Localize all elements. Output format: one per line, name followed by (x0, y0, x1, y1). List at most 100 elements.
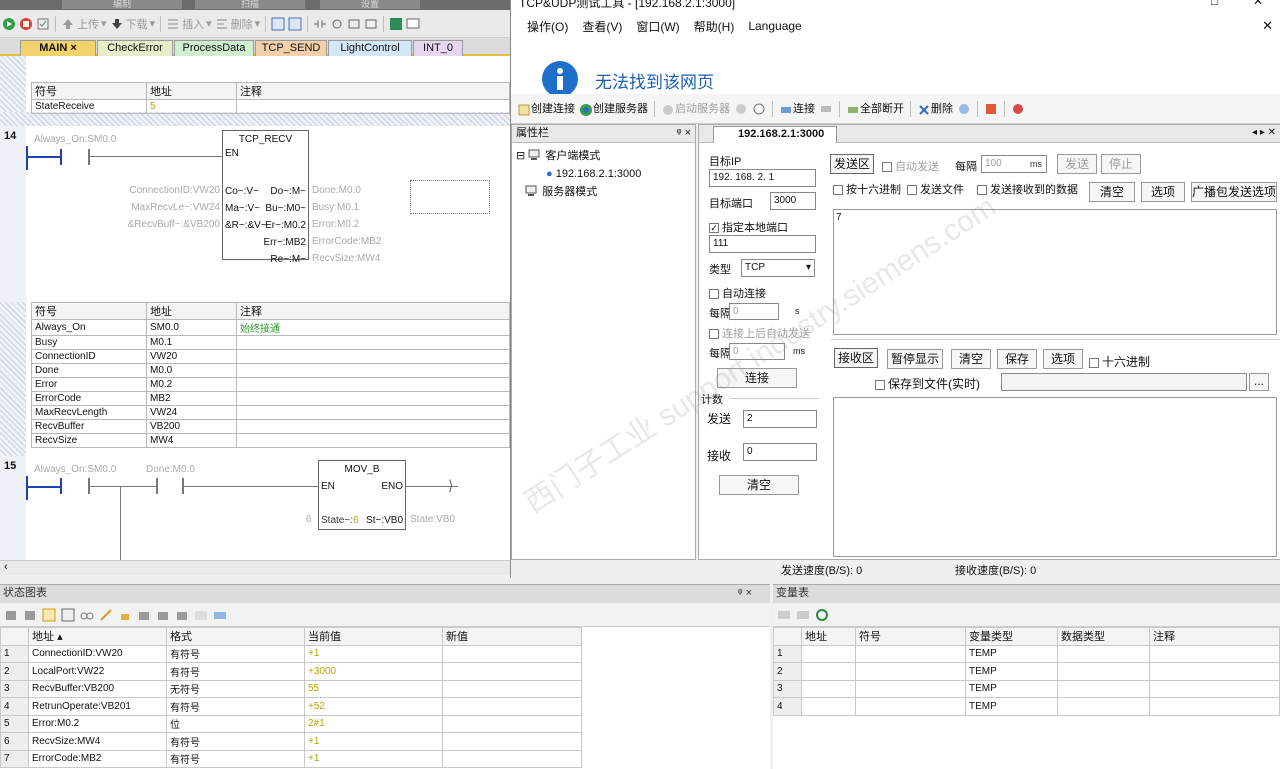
address-cell[interactable] (801, 697, 856, 716)
ladder-view-icon[interactable] (271, 17, 285, 31)
send-button[interactable]: 发送 (1057, 154, 1097, 174)
address-cell[interactable]: RetrunOperate:VB201 (28, 697, 167, 716)
network-icon[interactable] (364, 17, 378, 31)
nav-settings[interactable]: 设置 (320, 0, 420, 9)
new-value-cell[interactable] (442, 697, 582, 716)
coil-icon[interactable] (330, 17, 344, 31)
table-row[interactable]: 2 LocalPort:VW22 有符号 +3000 (0, 662, 582, 681)
var-type-cell[interactable]: TEMP (965, 697, 1058, 716)
table-row[interactable]: 1 ConnectionID:VW20 有符号 +1 (0, 644, 582, 663)
tab-connection[interactable]: 192.168.2.1:3000 (713, 126, 837, 143)
mdi-close-icon[interactable]: ✕ (1262, 18, 1273, 34)
comment-cell[interactable] (1149, 697, 1280, 716)
tab-int0[interactable]: INT_0 (413, 40, 463, 56)
table-row[interactable]: MaxRecvLength VW24 (31, 405, 510, 420)
address-cell[interactable] (801, 662, 856, 681)
format-cell[interactable]: 有符号 (166, 644, 305, 663)
address-cell[interactable]: RecvBuffer:VB200 (28, 679, 167, 698)
address-cell[interactable] (801, 679, 856, 698)
table-view-icon[interactable] (42, 608, 56, 622)
target-port-input[interactable]: 3000 (770, 192, 816, 210)
symbol-cell[interactable] (855, 679, 966, 698)
delete-row-icon[interactable] (796, 608, 810, 622)
input-operand[interactable]: ConnectionID:VW20 (96, 182, 220, 199)
browse-button[interactable]: ... (1249, 373, 1269, 391)
new-value-col-header[interactable]: 新值 (442, 627, 582, 646)
new-value-cell[interactable] (442, 644, 582, 663)
format-cell[interactable]: 有符号 (166, 749, 305, 768)
add-icon[interactable] (4, 608, 18, 622)
send-period-input[interactable]: 100 ms (981, 155, 1047, 173)
send-file-checkbox[interactable]: 发送文件 (907, 181, 964, 197)
table-row[interactable]: Always_On SM0.0 始终接通 (31, 319, 510, 336)
pencil-icon[interactable] (99, 608, 113, 622)
data-type-cell[interactable] (1057, 644, 1150, 663)
menu-language[interactable]: Language (748, 19, 801, 33)
hex-recv-checkbox[interactable]: 十六进制 (1089, 353, 1150, 370)
settings-icon[interactable] (957, 102, 971, 116)
format-cell[interactable]: 有符号 (166, 732, 305, 751)
receive-textarea[interactable] (833, 397, 1277, 557)
table-row[interactable]: 7 ErrorCode:MB2 有符号 +1 (0, 749, 582, 768)
delete-button[interactable]: 删除 ▾ (215, 16, 260, 32)
data-type-cell[interactable] (1057, 662, 1150, 681)
tab-tcp-send[interactable]: TCP_SEND (255, 40, 327, 56)
send-options-button[interactable]: 选项 (1141, 182, 1185, 202)
auto-send-checkbox[interactable]: 连接上后自动发送 (709, 325, 810, 341)
save-file-checkbox[interactable]: 保存到文件(实时) (875, 375, 980, 392)
data-type-cell[interactable] (1057, 679, 1150, 698)
monitor-icon[interactable] (406, 17, 420, 31)
comment-cell[interactable] (1149, 679, 1280, 698)
auto-send-checkbox[interactable]: 自动发送 (882, 158, 939, 174)
format-cell[interactable]: 无符号 (166, 679, 305, 698)
close-icon[interactable]: ✕ (1253, 0, 1263, 8)
table-row[interactable]: 6 RecvSize:MW4 有符号 +1 (0, 732, 582, 751)
ladder-editor[interactable]: 符号 地址 注释 StateReceive 5 14 Always_On:SM0… (0, 56, 510, 560)
pin-close-icon[interactable]: ᵠ × (677, 125, 691, 142)
recv-options-button[interactable]: 选项 (1043, 349, 1083, 369)
start-server-button[interactable]: 启动服务器 (661, 100, 730, 116)
address-col-header[interactable]: 地址 (801, 627, 856, 646)
unforce-all-icon[interactable] (175, 608, 189, 622)
format-cell[interactable]: 有符号 (166, 697, 305, 716)
help-icon[interactable] (1011, 102, 1025, 116)
address-cell[interactable] (801, 644, 856, 663)
contact-symbol[interactable] (60, 478, 62, 494)
send-received-checkbox[interactable]: 发送接收到的数据 (977, 181, 1078, 197)
address-cell[interactable]: ConnectionID:VW20 (28, 644, 167, 663)
disconnect-icon[interactable] (819, 102, 833, 116)
output-operand[interactable]: ErrorCode:MB2 (312, 233, 381, 250)
tree-server-mode[interactable]: 服务器模式 (516, 183, 691, 201)
display-icon[interactable] (213, 608, 227, 622)
address-cell[interactable]: RecvSize:MW4 (28, 732, 167, 751)
connect-button[interactable]: 连接 (717, 368, 797, 388)
clear-send-button[interactable]: 清空 (1089, 182, 1135, 202)
table-row[interactable]: RecvSize MW4 (31, 433, 510, 448)
output-operand[interactable]: Busy:M0.1 (312, 199, 381, 216)
pin-close-icon[interactable]: ᵠ × (738, 585, 752, 602)
hex-send-checkbox[interactable]: 按十六进制 (833, 181, 901, 197)
output-operand[interactable]: Error:M0.2 (312, 216, 381, 233)
insert-button[interactable]: 插入 ▾ (166, 16, 212, 32)
address-col-header[interactable]: 地址 ▴ (28, 627, 167, 646)
stop-server-icon[interactable] (734, 102, 748, 116)
new-value-cell[interactable] (442, 662, 582, 681)
tree-client-item[interactable]: ● 192.168.2.1:3000 (516, 165, 691, 183)
tab-checkerror[interactable]: CheckError (97, 40, 173, 56)
auto-connect-checkbox[interactable]: 自动连接 (709, 285, 766, 301)
address-cell[interactable]: ErrorCode:MB2 (28, 749, 167, 768)
box-icon[interactable] (347, 17, 361, 31)
local-port-input[interactable]: 111 (709, 235, 816, 253)
format-col-header[interactable]: 格式 (166, 627, 305, 646)
stop-button[interactable]: 停止 (1101, 154, 1141, 174)
table-row[interactable]: 4 RetrunOperate:VB201 有符号 +52 (0, 697, 582, 716)
output-operand[interactable]: RecvSize:MW4 (312, 250, 381, 267)
var-type-cell[interactable]: TEMP (965, 644, 1058, 663)
download-button[interactable]: 下载 ▾ (110, 16, 155, 32)
glasses-icon[interactable] (80, 608, 94, 622)
tab-processdata[interactable]: ProcessData (174, 40, 254, 56)
selection-cursor[interactable] (410, 180, 490, 214)
nav-edit[interactable]: 编制 (62, 0, 182, 9)
data-type-col-header[interactable]: 数据类型 (1057, 627, 1150, 646)
table-row[interactable]: 5 Error:M0.2 位 2#1 (0, 714, 582, 733)
